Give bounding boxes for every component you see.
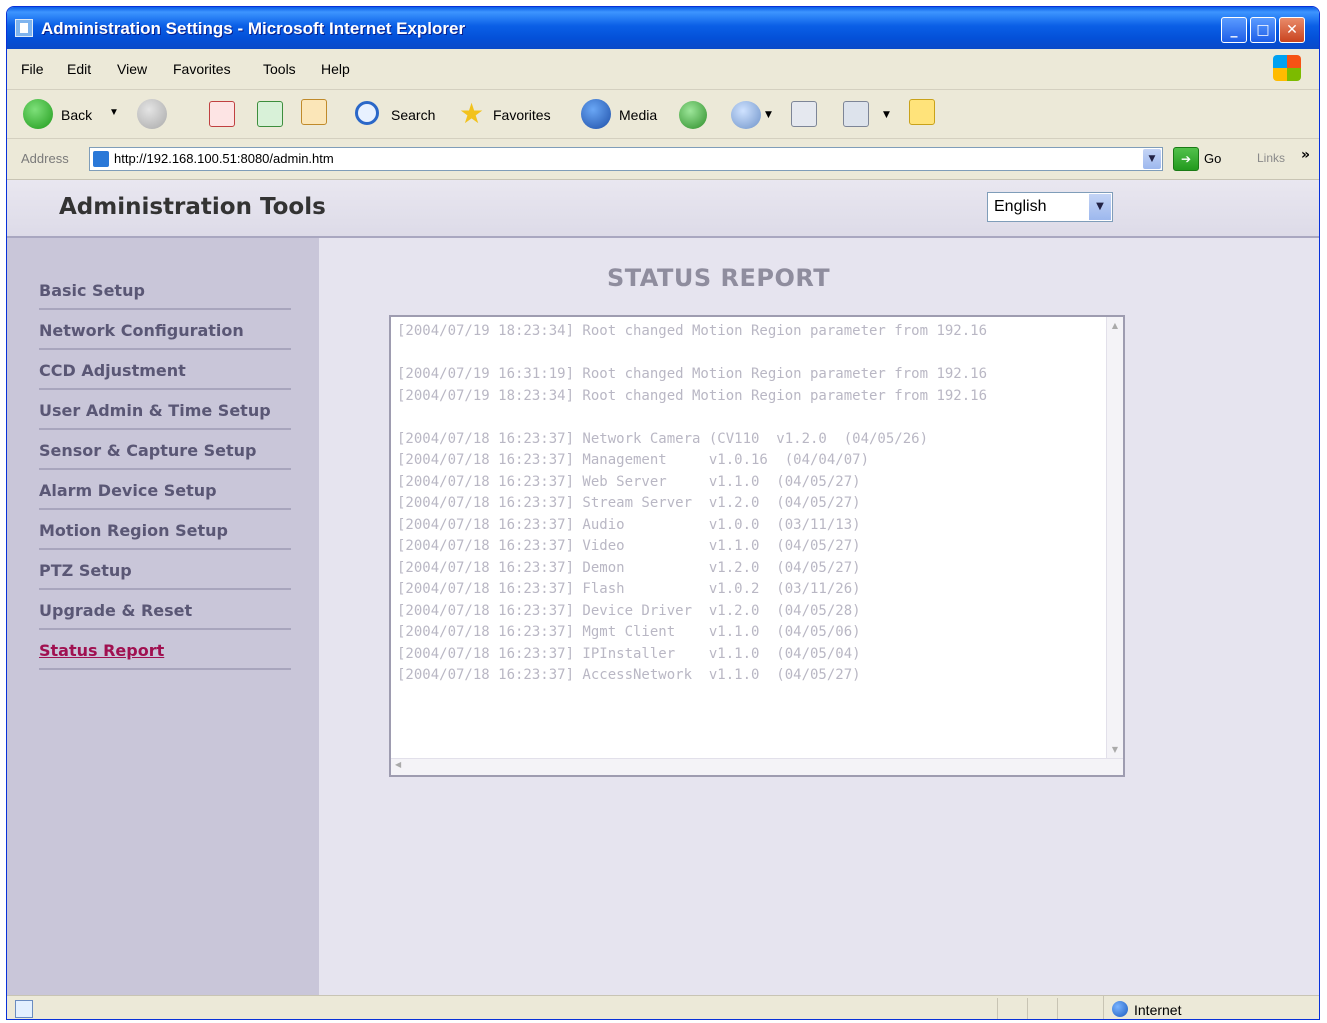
address-input[interactable]: http://192.168.100.51:8080/admin.htm ▼: [89, 147, 1163, 171]
status-divider: [997, 998, 998, 1019]
back-label: Back: [61, 107, 93, 123]
browser-window: Administration Settings - Microsoft Inte…: [6, 6, 1320, 1020]
language-select[interactable]: English ▼: [987, 192, 1113, 222]
sidebar-item-alarm-device-setup[interactable]: Alarm Device Setup: [39, 468, 291, 510]
home-icon[interactable]: [301, 99, 327, 125]
window-title: Administration Settings - Microsoft Inte…: [41, 19, 466, 38]
print-icon[interactable]: [791, 101, 817, 127]
sidebar-item-network-configuration[interactable]: Network Configuration: [39, 308, 291, 350]
forward-icon: [137, 99, 167, 129]
sidebar-item-label: Sensor & Capture Setup: [39, 441, 257, 460]
mail-icon[interactable]: [731, 101, 761, 129]
mail-dropdown-icon[interactable]: ▼: [765, 110, 772, 120]
favorites-label: Favorites: [493, 107, 551, 123]
app-icon: [15, 19, 33, 37]
sidebar-item-ptz-setup[interactable]: PTZ Setup: [39, 548, 291, 590]
globe-icon: [1112, 1001, 1128, 1017]
status-log-text: [2004/07/19 18:23:34] Root changed Motio…: [397, 323, 988, 683]
chevron-right-icon[interactable]: »: [1301, 147, 1310, 163]
scroll-down-icon[interactable]: ▼: [1108, 743, 1122, 757]
page-status-icon: [15, 1000, 33, 1018]
back-button[interactable]: Back ▼: [21, 97, 121, 131]
forward-button[interactable]: [135, 97, 171, 131]
media-label: Media: [619, 107, 658, 123]
status-divider: [1027, 998, 1028, 1019]
menu-edit[interactable]: Edit: [67, 61, 91, 77]
edit-icon[interactable]: [843, 101, 869, 127]
toolbar: Back ▼ Search ★ Favorites Media ▼ ▼: [7, 90, 1319, 139]
page-header: Administration Tools English ▼: [7, 180, 1319, 238]
media-icon: [581, 99, 611, 129]
sidebar-item-label: Alarm Device Setup: [39, 481, 217, 500]
title-bar[interactable]: Administration Settings - Microsoft Inte…: [7, 7, 1319, 49]
menu-favorites[interactable]: Favorites: [173, 61, 231, 77]
page-icon: [93, 151, 109, 167]
sidebar-item-label: CCD Adjustment: [39, 361, 186, 380]
back-icon: [23, 99, 53, 129]
go-button[interactable]: Go: [1204, 151, 1221, 166]
sidebar-item-basic-setup[interactable]: Basic Setup: [39, 268, 291, 310]
horizontal-scrollbar[interactable]: ◀: [391, 758, 1123, 775]
close-button[interactable]: ✕: [1279, 17, 1305, 43]
windows-logo-icon: [1273, 55, 1301, 81]
back-dropdown-icon[interactable]: ▼: [109, 107, 119, 118]
go-icon[interactable]: ➔: [1173, 147, 1199, 171]
menu-tools[interactable]: Tools: [263, 61, 296, 77]
menu-file[interactable]: File: [21, 61, 44, 77]
chevron-down-icon[interactable]: ▼: [1089, 194, 1111, 220]
sidebar-item-label: Status Report: [39, 641, 165, 660]
security-zone: Internet: [1103, 996, 1319, 1019]
sidebar-item-label: Upgrade & Reset: [39, 601, 193, 620]
sidebar-item-label: Network Configuration: [39, 321, 244, 340]
edit-dropdown-icon[interactable]: ▼: [883, 110, 890, 120]
search-icon: [355, 101, 379, 125]
stop-icon[interactable]: [209, 101, 235, 127]
messenger-icon[interactable]: [909, 99, 935, 125]
sidebar-item-user-admin-time-setup[interactable]: User Admin & Time Setup: [39, 388, 291, 430]
sidebar-item-label: PTZ Setup: [39, 561, 132, 580]
favorites-button[interactable]: ★ Favorites: [455, 97, 567, 131]
maximize-button[interactable]: □: [1250, 17, 1276, 43]
sidebar-item-label: Motion Region Setup: [39, 521, 228, 540]
status-divider: [1057, 998, 1058, 1019]
sidebar-item-upgrade-reset[interactable]: Upgrade & Reset: [39, 588, 291, 630]
vertical-scrollbar[interactable]: ▲ ▼: [1106, 317, 1123, 775]
status-bar: Internet: [7, 995, 1319, 1019]
search-button[interactable]: Search: [351, 97, 443, 131]
sidebar-item-ccd-adjustment[interactable]: CCD Adjustment: [39, 348, 291, 390]
menu-view[interactable]: View: [117, 61, 147, 77]
zone-label: Internet: [1134, 1002, 1182, 1018]
refresh-icon[interactable]: [257, 101, 283, 127]
address-bar: Address http://192.168.100.51:8080/admin…: [7, 139, 1319, 180]
status-report-title: STATUS REPORT: [607, 264, 831, 292]
history-icon[interactable]: [679, 101, 707, 129]
sidebar-item-motion-region-setup[interactable]: Motion Region Setup: [39, 508, 291, 550]
links-button[interactable]: Links: [1257, 151, 1285, 165]
menu-bar: File Edit View Favorites Tools Help: [7, 49, 1319, 90]
scroll-up-icon[interactable]: ▲: [1108, 319, 1122, 333]
sidebar-item-label: User Admin & Time Setup: [39, 401, 271, 420]
address-dropdown-icon[interactable]: ▼: [1143, 149, 1161, 169]
sidebar-item-sensor-capture-setup[interactable]: Sensor & Capture Setup: [39, 428, 291, 470]
page-content: Administration Tools English ▼ Basic Set…: [7, 180, 1319, 995]
address-url: http://192.168.100.51:8080/admin.htm: [114, 151, 334, 166]
status-log-textarea[interactable]: [2004/07/19 18:23:34] Root changed Motio…: [389, 315, 1125, 777]
main-panel: STATUS REPORT [2004/07/19 18:23:34] Root…: [319, 238, 1319, 995]
menu-help[interactable]: Help: [321, 61, 350, 77]
scroll-left-icon[interactable]: ◀: [395, 760, 401, 769]
address-label: Address: [21, 151, 69, 166]
search-label: Search: [391, 107, 436, 123]
language-value: English: [994, 198, 1047, 215]
minimize-button[interactable]: _: [1221, 17, 1247, 43]
page-title: Administration Tools: [59, 194, 326, 220]
sidebar-item-status-report[interactable]: Status Report: [39, 628, 291, 670]
sidebar-nav: Basic Setup Network Configuration CCD Ad…: [7, 238, 319, 995]
favorites-icon: ★: [459, 97, 485, 130]
media-button[interactable]: Media: [579, 97, 665, 131]
sidebar-item-label: Basic Setup: [39, 281, 145, 300]
